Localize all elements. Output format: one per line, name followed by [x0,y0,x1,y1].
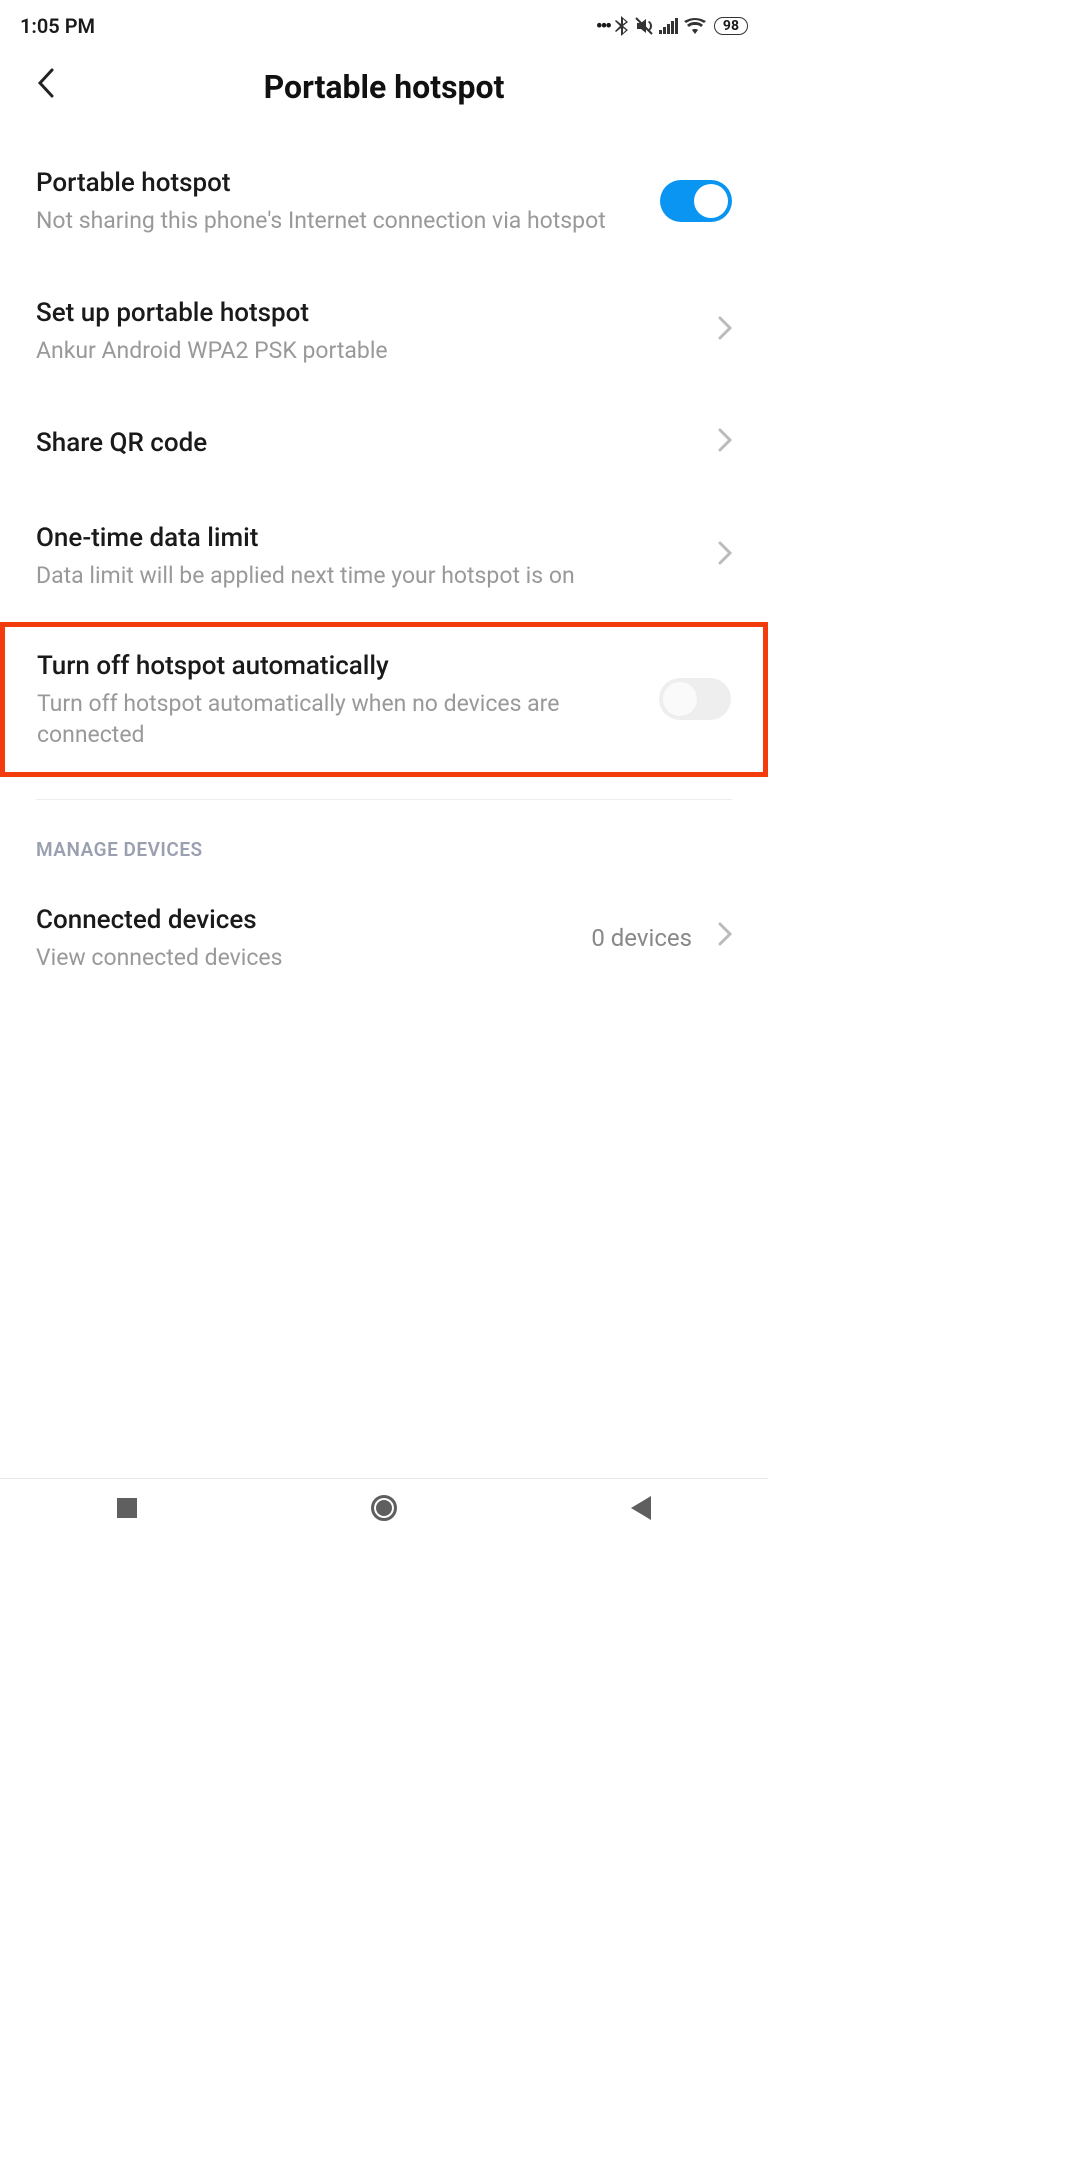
qr-title: Share QR code [36,426,706,461]
more-icon: ••• [596,16,610,37]
connected-title: Connected devices [36,903,591,938]
datalimit-title: One-time data limit [36,521,706,556]
status-time: 1:05 PM [20,14,95,38]
page-title: Portable hotspot [30,68,738,106]
setup-hotspot-row[interactable]: Set up portable hotspot Ankur Android WP… [36,266,732,396]
setup-sub: Ankur Android WPA2 PSK portable [36,335,706,366]
hotspot-title: Portable hotspot [36,166,660,201]
status-bar: 1:05 PM ••• 98 [0,0,768,40]
hotspot-toggle[interactable] [660,180,732,222]
connected-value: 0 devices [591,924,692,952]
chevron-left-icon [36,68,54,98]
auto-off-sub: Turn off hotspot automatically when no d… [37,688,659,750]
datalimit-sub: Data limit will be applied next time you… [36,560,706,591]
divider [36,799,732,800]
navigation-bar [0,1478,768,1536]
status-icons: ••• 98 [596,16,748,37]
share-qr-row[interactable]: Share QR code [36,396,732,491]
data-limit-row[interactable]: One-time data limit Data limit will be a… [36,491,732,621]
back-nav-button[interactable] [631,1496,651,1520]
mute-icon [634,16,654,36]
hotspot-toggle-row[interactable]: Portable hotspot Not sharing this phone'… [36,126,732,266]
auto-off-toggle[interactable] [659,678,731,720]
chevron-right-icon [718,922,732,953]
chevron-right-icon [718,428,732,459]
signal-icon [659,18,679,34]
manage-devices-header: MANAGE DEVICES [36,812,732,873]
back-button[interactable] [36,67,54,107]
chevron-right-icon [718,541,732,572]
auto-off-title: Turn off hotspot automatically [37,649,659,684]
highlight-box: Turn off hotspot automatically Turn off … [0,622,768,777]
auto-off-row[interactable]: Turn off hotspot automatically Turn off … [37,627,731,772]
bluetooth-icon [615,16,629,36]
hotspot-sub: Not sharing this phone's Internet connec… [36,205,660,236]
connected-devices-row[interactable]: Connected devices View connected devices… [36,873,732,1003]
chevron-right-icon [718,316,732,347]
home-button[interactable] [371,1495,397,1521]
page-header: Portable hotspot [0,40,768,126]
wifi-icon [684,18,706,34]
setup-title: Set up portable hotspot [36,296,706,331]
recents-button[interactable] [117,1498,137,1518]
battery-indicator: 98 [714,17,748,35]
connected-sub: View connected devices [36,942,591,973]
